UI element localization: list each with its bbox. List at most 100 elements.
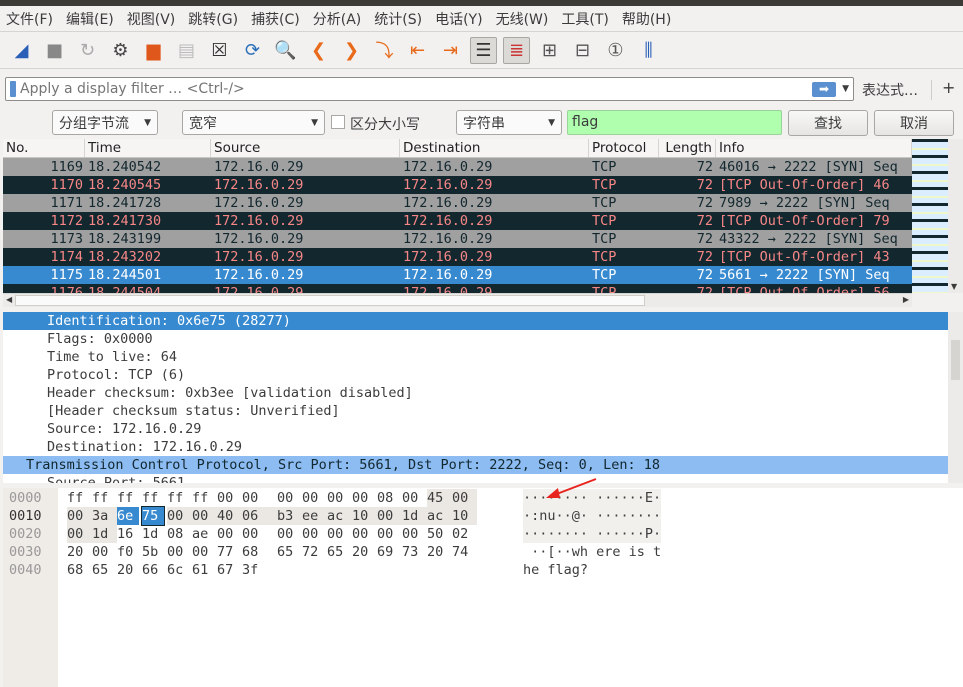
- hex-byte[interactable]: 1d: [142, 525, 167, 543]
- hex-ascii[interactable]: ··[··wh ere is t: [523, 543, 661, 561]
- menu-item[interactable]: 分析(A): [313, 9, 362, 29]
- hex-byte[interactable]: 20: [117, 561, 142, 579]
- menu-item[interactable]: 文件(F): [6, 9, 53, 29]
- packet-minimap[interactable]: [912, 139, 948, 293]
- menu-item[interactable]: 统计(S): [374, 9, 422, 29]
- menu-item[interactable]: 编辑(E): [66, 9, 114, 29]
- hex-byte[interactable]: b3: [277, 507, 302, 525]
- packet-row[interactable]: 1171 18.241728 172.16.0.29 172.16.0.29 TCP 72…: [3, 194, 912, 212]
- hex-byte[interactable]: 65: [277, 543, 302, 561]
- hex-byte[interactable]: 00: [167, 507, 192, 525]
- cancel-button[interactable]: 取消: [874, 110, 954, 136]
- hex-byte[interactable]: 69: [377, 543, 402, 561]
- hex-byte[interactable]: 00: [452, 489, 477, 507]
- hex-byte[interactable]: ff: [117, 489, 142, 507]
- scroll-right-icon[interactable]: ▶: [903, 295, 909, 304]
- hex-byte[interactable]: 6c: [167, 561, 192, 579]
- hex-byte[interactable]: 75: [141, 506, 165, 526]
- hex-byte[interactable]: 65: [92, 561, 117, 579]
- menu-item[interactable]: 帮助(H): [622, 9, 671, 29]
- hex-byte[interactable]: 3a: [92, 507, 117, 525]
- display-filter-bar[interactable]: ➡ ▼: [5, 77, 854, 101]
- scroll-left-icon[interactable]: ◀: [6, 295, 12, 304]
- column-header-length[interactable]: Length: [659, 139, 716, 157]
- hex-byte[interactable]: 61: [192, 561, 217, 579]
- hex-ascii[interactable]: he flag?: [523, 561, 588, 579]
- packet-list-hscrollbar[interactable]: ◀ ▶: [3, 293, 912, 307]
- hex-byte[interactable]: 74: [452, 543, 477, 561]
- hex-byte[interactable]: 00: [327, 489, 352, 507]
- hex-byte[interactable]: 06: [242, 507, 277, 525]
- options-gear-icon[interactable]: ⚙: [107, 37, 134, 64]
- hex-byte[interactable]: 00: [242, 489, 277, 507]
- hex-byte[interactable]: 6e: [117, 507, 139, 525]
- menu-item[interactable]: 电话(Y): [435, 9, 482, 29]
- restart-icon[interactable]: ↻: [74, 37, 101, 64]
- hex-byte[interactable]: 00: [242, 525, 277, 543]
- hex-ascii[interactable]: ········ ······P·: [523, 525, 662, 543]
- hex-byte[interactable]: 00: [327, 525, 352, 543]
- details-vscrollbar[interactable]: [948, 312, 963, 483]
- hex-byte[interactable]: 00: [377, 525, 402, 543]
- scroll-thumb[interactable]: [951, 340, 960, 380]
- hex-byte[interactable]: 02: [452, 525, 477, 543]
- packet-list-vscrollbar[interactable]: ▼: [948, 139, 963, 293]
- hex-byte[interactable]: 00: [92, 543, 117, 561]
- hex-byte[interactable]: 00: [192, 543, 217, 561]
- hex-bytes[interactable]: ff ff ff ff ff ff 00 00 00 00 00 00 08 00 45 00: [58, 489, 523, 507]
- find-icon[interactable]: 🔍: [272, 37, 299, 64]
- hex-byte[interactable]: 00: [277, 525, 302, 543]
- packet-row[interactable]: 1173 18.243199 172.16.0.29 172.16.0.29 TCP 72…: [3, 230, 912, 248]
- hex-byte[interactable]: 77: [217, 543, 242, 561]
- detail-line[interactable]: Identification: 0x6e75 (28277): [3, 312, 948, 330]
- hex-byte[interactable]: 10: [452, 507, 477, 525]
- hex-bytes[interactable]: 00 3a 6e 75 00 00 40 06 b3 ee ac 10 00 1d ac 10: [58, 506, 523, 526]
- detail-line[interactable]: Time to live: 64: [3, 348, 948, 366]
- autoscroll-icon[interactable]: ☰: [470, 36, 497, 64]
- hex-byte[interactable]: ff: [167, 489, 192, 507]
- scroll-down-icon[interactable]: ▼: [951, 282, 957, 291]
- normal-size-icon[interactable]: ①: [602, 37, 629, 64]
- apply-filter-arrow-icon[interactable]: ➡: [812, 81, 837, 97]
- hex-byte[interactable]: 50: [427, 525, 452, 543]
- menu-item[interactable]: 视图(V): [127, 9, 176, 29]
- packet-row[interactable]: 1169 18.240542 172.16.0.29 172.16.0.29 TCP 72…: [3, 158, 912, 176]
- add-filter-button[interactable]: +: [942, 78, 955, 97]
- close-file-icon[interactable]: ☒: [206, 37, 233, 64]
- expression-button[interactable]: 表达式…: [862, 80, 918, 100]
- hex-byte[interactable]: 40: [217, 507, 242, 525]
- hex-byte[interactable]: 00: [402, 525, 427, 543]
- column-header-info[interactable]: Info: [716, 139, 912, 157]
- hex-byte[interactable]: 1d: [402, 507, 427, 525]
- hex-byte[interactable]: 20: [352, 543, 377, 561]
- search-in-select[interactable]: 分组字节流 ▼: [52, 110, 158, 135]
- search-type-select[interactable]: 字符串 ▼: [456, 110, 562, 135]
- detail-line[interactable]: Header checksum: 0xb3ee [validation disa…: [3, 384, 948, 402]
- hex-byte[interactable]: 00: [67, 507, 92, 525]
- hex-byte[interactable]: 00: [67, 525, 92, 543]
- packet-row[interactable]: 1175 18.244501 172.16.0.29 172.16.0.29 TCP 72…: [3, 266, 912, 284]
- hex-byte[interactable]: 00: [377, 507, 402, 525]
- hscroll-thumb[interactable]: [15, 295, 645, 306]
- hex-byte[interactable]: 00: [217, 489, 242, 507]
- hex-byte[interactable]: ee: [302, 507, 327, 525]
- hex-byte[interactable]: 73: [402, 543, 427, 561]
- hex-byte[interactable]: 00: [277, 489, 302, 507]
- hex-byte[interactable]: 08: [167, 525, 192, 543]
- column-header-no[interactable]: No.: [3, 139, 85, 157]
- menu-item[interactable]: 无线(W): [496, 9, 549, 29]
- reload-icon[interactable]: ⟳: [239, 37, 266, 64]
- goto-icon[interactable]: ⤵: [371, 37, 398, 64]
- find-string-input[interactable]: flag: [567, 110, 782, 135]
- open-file-icon[interactable]: ▆: [140, 37, 167, 64]
- hex-byte[interactable]: ff: [67, 489, 92, 507]
- hex-byte[interactable]: 20: [67, 543, 92, 561]
- hex-byte[interactable]: ac: [327, 507, 352, 525]
- hex-ascii[interactable]: ·:nu··@· ········: [523, 507, 662, 525]
- hex-bytes[interactable]: 00 1d 16 1d 08 ae 00 00 00 00 00 00 00 00 50 02: [58, 525, 523, 543]
- detail-line[interactable]: Source: 172.16.0.29: [3, 420, 948, 438]
- hex-byte[interactable]: 65: [327, 543, 352, 561]
- menu-item[interactable]: 工具(T): [561, 9, 608, 29]
- hex-bytes[interactable]: 20 00 f0 5b 00 00 77 68 65 72 65 20 69 73 20 74: [58, 543, 523, 561]
- packet-row[interactable]: 1172 18.241730 172.16.0.29 172.16.0.29 TCP 72…: [3, 212, 912, 230]
